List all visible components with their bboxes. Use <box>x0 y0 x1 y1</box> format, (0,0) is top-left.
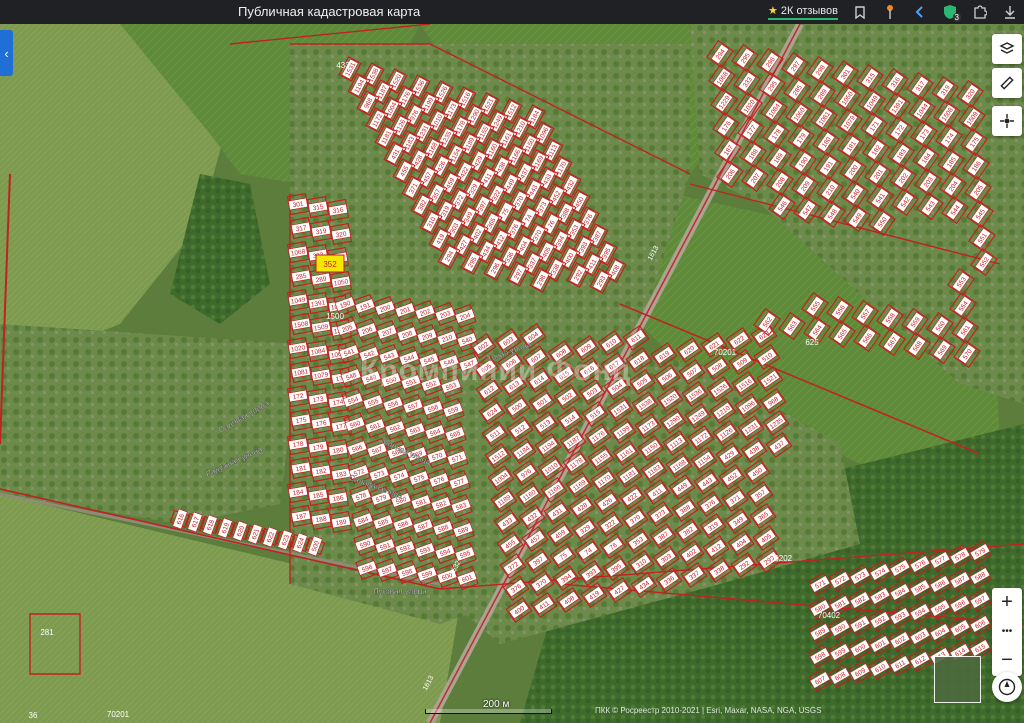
locate-button[interactable] <box>992 106 1022 136</box>
map-canvas[interactable]: 1531 1538 1520 1536 1526 1516 1521 1512 1184 1194… <box>0 24 1024 723</box>
shield-badge: 3 <box>952 13 961 22</box>
back-icon[interactable] <box>912 4 928 20</box>
quarter-label: 70402 <box>818 611 841 620</box>
layers-button[interactable] <box>992 34 1022 64</box>
selected-parcel[interactable]: 352 <box>315 254 345 273</box>
quarter-label: 70201 <box>714 348 737 357</box>
pin-icon[interactable] <box>882 4 898 20</box>
scale-line <box>425 709 552 714</box>
quarter-label: 70201 <box>107 710 130 719</box>
sidebar-toggle[interactable]: ‹ <box>0 30 13 76</box>
zoom-in-button[interactable]: + <box>992 588 1022 617</box>
reviews-label: 2К отзывов <box>780 4 838 17</box>
watermark: Кромпинии Фонц <box>360 354 632 387</box>
shield-icon[interactable]: 3 <box>942 4 961 22</box>
quarter-label: 70202 <box>770 554 793 563</box>
ruler-button[interactable] <box>992 68 1022 98</box>
zoom-controls: + ••• − <box>992 588 1022 676</box>
layers-icon <box>999 42 1015 54</box>
compass-button[interactable] <box>992 672 1022 702</box>
quarter-label: 1500 <box>326 312 344 321</box>
quarter-label: 625 <box>805 338 819 347</box>
street-label: Луговая улица <box>373 587 427 596</box>
ruler-icon <box>1000 76 1014 90</box>
minimap-thumbnail[interactable] <box>934 656 981 703</box>
attribution: ПКК © Росреестр 2010-2021 | Esri, Maxar,… <box>595 706 822 715</box>
selected-parcel-number: 352 <box>323 260 337 269</box>
top-bar: Публичная кадастровая карта ★ 2К отзывов… <box>0 0 1024 24</box>
zoom-more-button[interactable]: ••• <box>992 617 1022 646</box>
scale-bar: 200 м <box>425 699 552 714</box>
quarter-label: 36 <box>29 711 38 720</box>
zoom-out-button[interactable]: − <box>992 646 1022 675</box>
reviews-link[interactable]: ★ 2К отзывов <box>767 4 838 20</box>
download-icon[interactable] <box>1002 4 1018 20</box>
toolbar-icons: ★ 2К отзывов 3 <box>767 0 1018 24</box>
page-title: Публичная кадастровая карта <box>238 4 421 19</box>
chevron-left-icon: ‹ <box>4 45 9 61</box>
quarter-label: 281 <box>40 628 54 637</box>
compass-icon <box>998 678 1016 696</box>
puzzle-icon[interactable] <box>972 4 988 20</box>
star-icon: ★ <box>767 5 778 17</box>
crosshair-icon <box>1000 114 1014 128</box>
bookmark-icon[interactable] <box>852 4 868 20</box>
quarter-label: 433 <box>336 61 350 70</box>
